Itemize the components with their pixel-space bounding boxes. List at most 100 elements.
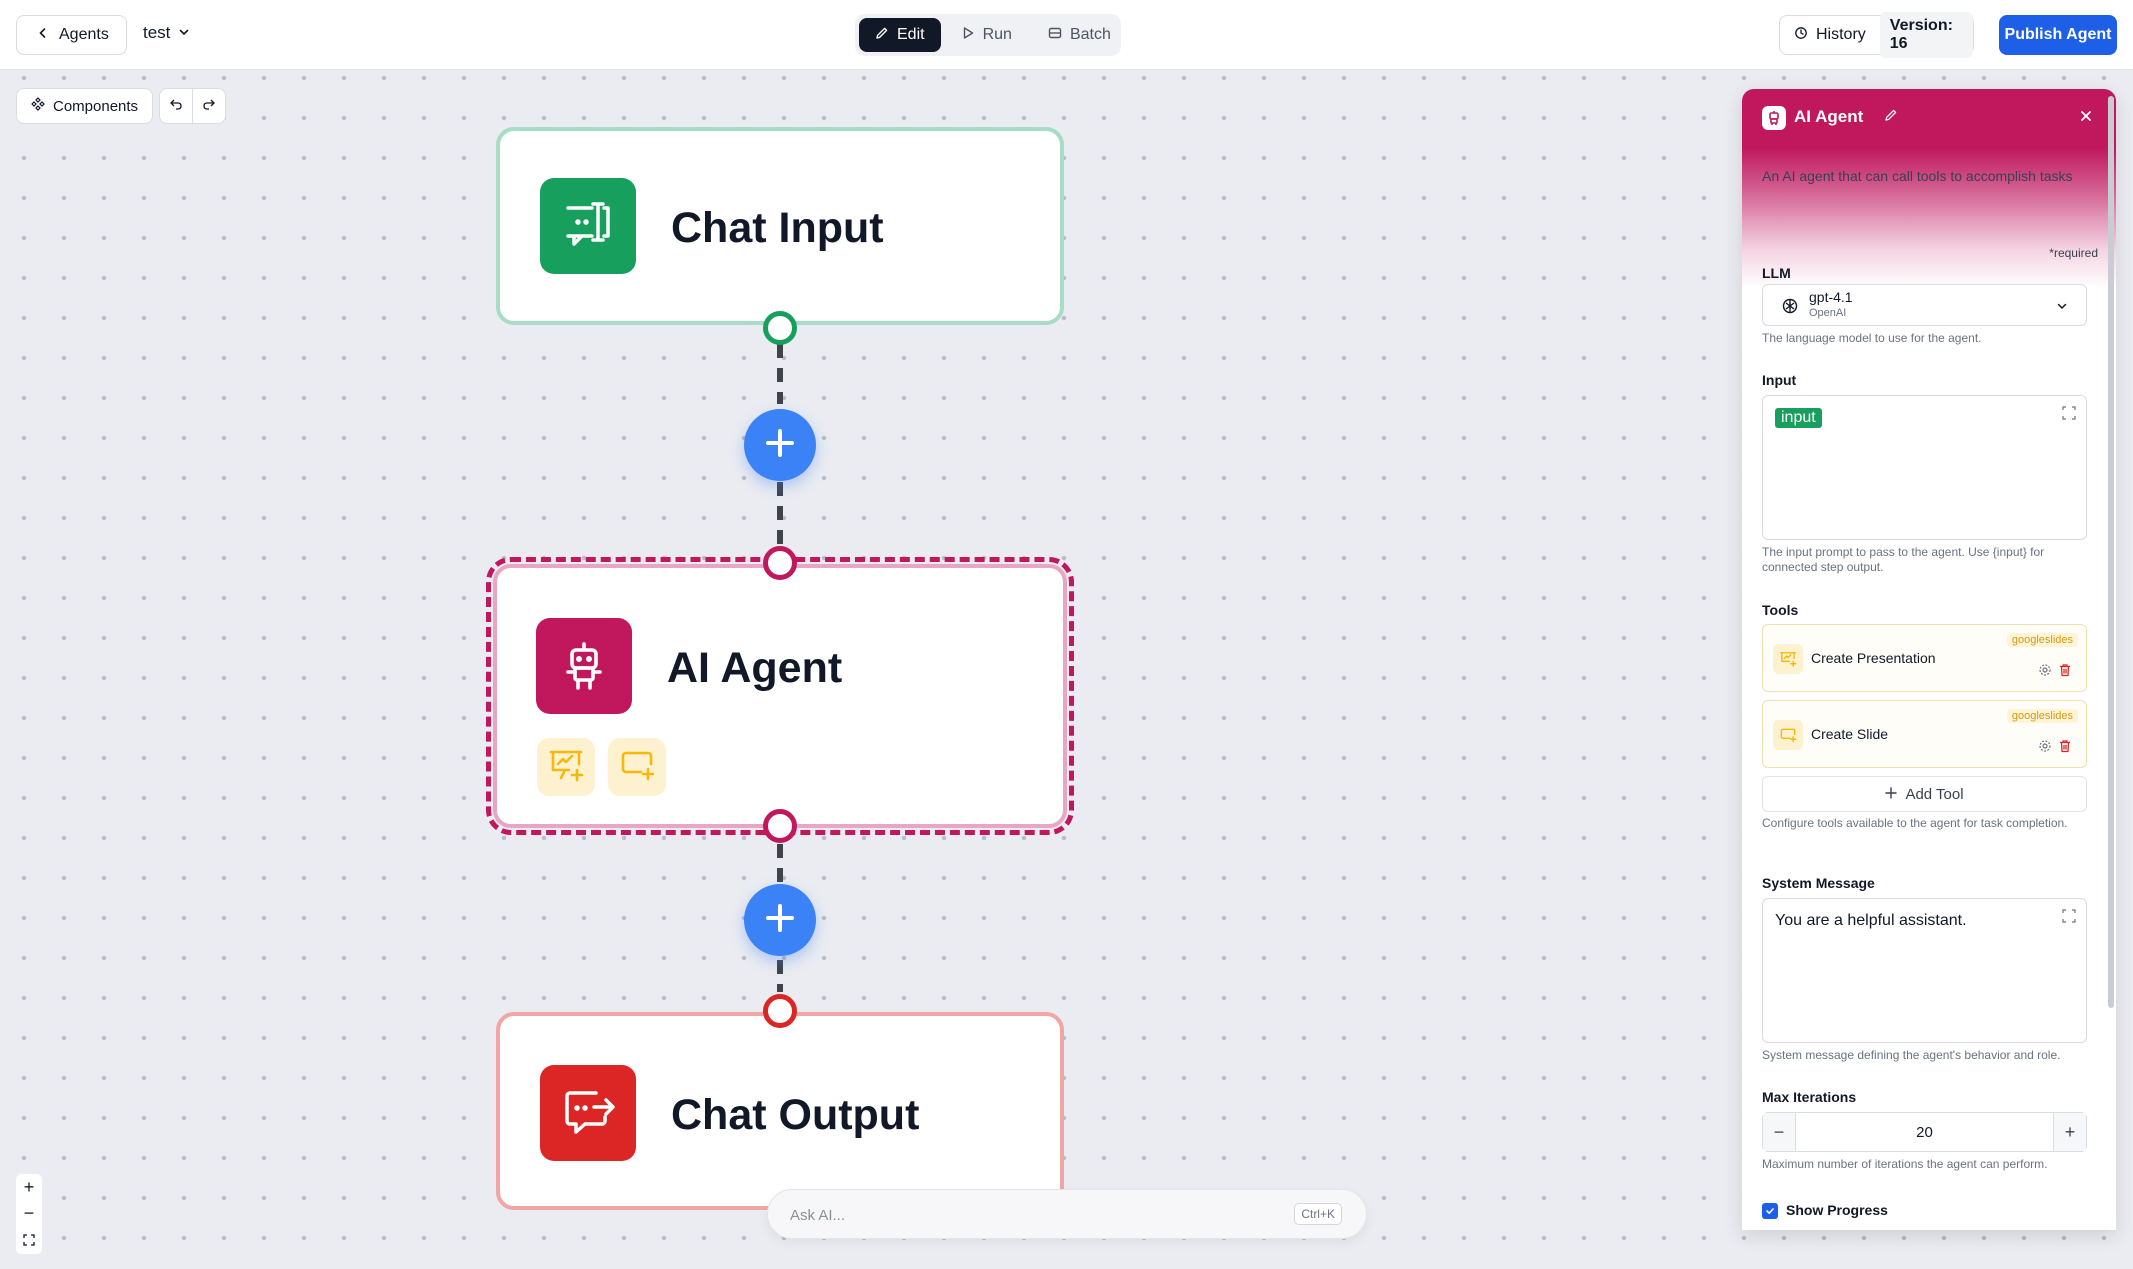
close-icon[interactable] (2076, 106, 2096, 131)
chat-output-title: Chat Output (671, 1091, 920, 1139)
edge-agent-to-add (777, 844, 783, 884)
play-icon (961, 26, 975, 45)
undo-button[interactable] (160, 89, 193, 123)
tool-provider-badge: googleslides (2006, 709, 2078, 723)
add-step-button-2[interactable] (744, 884, 816, 956)
panel-description: An AI agent that can call tools to accom… (1762, 168, 2073, 184)
redo-button[interactable] (193, 89, 225, 123)
slide-add-icon (1773, 720, 1803, 750)
panel-title: AI Agent (1794, 107, 1864, 126)
presentation-add-icon (1773, 644, 1803, 674)
project-selector[interactable]: test (143, 23, 190, 43)
plus-icon (763, 901, 797, 940)
ask-ai-bar: Ctrl+K (767, 1189, 1367, 1239)
zoom-in-button[interactable]: + (24, 1177, 35, 1198)
chat-output-input-handle[interactable] (763, 994, 797, 1028)
input-label: Input (1762, 372, 1797, 388)
llm-provider: OpenAI (1809, 307, 1847, 319)
max-iterations-value[interactable]: 20 (1795, 1113, 2054, 1151)
tab-edit-label: Edit (897, 26, 925, 43)
history-button[interactable]: History Version: 16 (1779, 12, 1974, 58)
node-tool-create-presentation[interactable] (537, 738, 595, 796)
pencil-icon (875, 26, 889, 45)
version-badge[interactable]: Version: 16 (1879, 12, 1973, 58)
system-message-field[interactable]: You are a helpful assistant. (1762, 898, 2087, 1043)
gear-icon[interactable] (2038, 739, 2052, 758)
slide-add-icon (618, 746, 656, 789)
zoom-out-button[interactable]: − (24, 1203, 35, 1224)
llm-label: LLM (1762, 265, 1791, 281)
plus-icon (763, 426, 797, 465)
tab-batch-label: Batch (1069, 26, 1111, 43)
node-chat-input[interactable]: Chat Input (496, 127, 1064, 325)
ai-agent-output-handle[interactable] (763, 809, 797, 843)
chat-input-icon (540, 178, 636, 274)
chat-input-output-handle[interactable] (763, 311, 797, 345)
edge-add-to-agent (777, 482, 783, 544)
tool-row[interactable]: Create Slide googleslides (1762, 700, 2087, 768)
tool-name: Create Slide (1811, 726, 1889, 742)
chevron-left-icon (37, 26, 49, 44)
chat-input-title: Chat Input (671, 204, 884, 252)
tab-batch[interactable]: Batch (1032, 18, 1127, 52)
node-chat-output[interactable]: Chat Output (496, 1012, 1064, 1210)
robot-icon (1762, 106, 1786, 130)
show-progress-label: Show Progress (1786, 1202, 1888, 1218)
expand-icon[interactable] (2062, 909, 2076, 928)
gear-icon[interactable] (2038, 663, 2052, 682)
undo-redo-group (159, 88, 226, 124)
node-tool-create-slide[interactable] (608, 738, 666, 796)
input-prompt-field[interactable]: input (1762, 395, 2087, 540)
fit-view-button[interactable] (23, 1230, 35, 1251)
tool-provider-badge: googleslides (2006, 633, 2078, 647)
project-name: test (143, 23, 171, 42)
show-progress-checkbox[interactable] (1762, 1203, 1778, 1219)
increment-button[interactable]: + (2054, 1113, 2086, 1151)
chevron-down-icon (178, 23, 190, 43)
plus-icon (1885, 786, 1898, 803)
tools-help: Configure tools available to the agent f… (1762, 816, 2068, 830)
required-note: *required (2049, 246, 2098, 260)
llm-help: The language model to use for the agent. (1762, 331, 1982, 345)
system-message-help: System message defining the agent's beha… (1762, 1048, 2061, 1062)
edge-input-to-add (777, 344, 783, 404)
decrement-button[interactable]: − (1763, 1113, 1795, 1151)
max-iterations-help: Maximum number of iterations the agent c… (1762, 1157, 2048, 1171)
panel-scrollbar[interactable] (2108, 96, 2114, 1008)
tab-run[interactable]: Run (945, 18, 1028, 52)
batch-icon (1048, 26, 1062, 45)
system-message-value: You are a helpful assistant. (1775, 912, 1967, 929)
max-iterations-stepper: − 20 + (1762, 1112, 2087, 1152)
ask-ai-input[interactable] (790, 1202, 1240, 1228)
chevron-down-icon (2056, 299, 2068, 317)
redo-icon (202, 97, 216, 116)
tab-edit[interactable]: Edit (859, 18, 941, 52)
tools-label: Tools (1762, 602, 1799, 618)
history-label: History (1816, 26, 1866, 43)
top-bar: Agents test Edit Run Batch History Versi… (0, 0, 2133, 70)
history-icon (1794, 26, 1808, 45)
ai-agent-input-handle[interactable] (763, 546, 797, 580)
expand-icon[interactable] (2062, 406, 2076, 425)
components-button[interactable]: Components (16, 88, 154, 124)
system-message-label: System Message (1762, 875, 1875, 891)
chat-output-icon (540, 1065, 636, 1161)
back-to-agents-button[interactable]: Agents (16, 15, 127, 55)
edit-name-icon[interactable] (1884, 108, 1898, 127)
publish-agent-button[interactable]: Publish Agent (1999, 15, 2117, 55)
tool-row[interactable]: Create Presentation googleslides (1762, 624, 2087, 692)
max-iterations-label: Max Iterations (1762, 1089, 1857, 1105)
undo-icon (169, 97, 183, 116)
openai-icon (1781, 297, 1799, 320)
add-step-button-1[interactable] (744, 409, 816, 481)
trash-icon[interactable] (2058, 739, 2072, 758)
zoom-controls: + − (16, 1174, 42, 1254)
add-tool-button[interactable]: Add Tool (1762, 776, 2087, 812)
input-variable-chip[interactable]: input (1775, 408, 1822, 428)
llm-select[interactable]: gpt-4.1 OpenAI (1762, 284, 2087, 326)
presentation-add-icon (547, 746, 585, 789)
input-help: The input prompt to pass to the agent. U… (1762, 545, 2045, 574)
ai-agent-title: AI Agent (667, 644, 843, 692)
trash-icon[interactable] (2058, 663, 2072, 682)
ai-agent-config-panel: AI Agent An AI agent that can call tools… (1742, 89, 2116, 1230)
